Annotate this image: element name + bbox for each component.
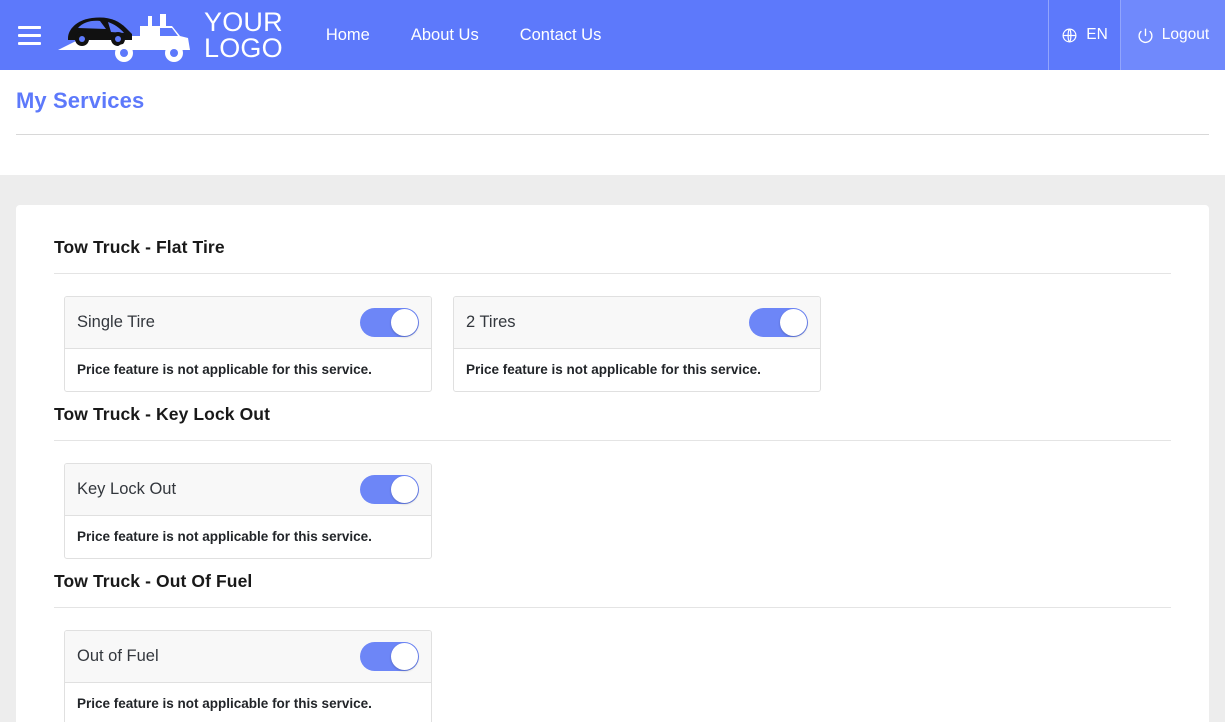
service-name: Out of Fuel: [77, 647, 159, 665]
service-group-title: Tow Truck - Out Of Fuel: [54, 571, 253, 591]
toggle-knob: [780, 309, 807, 336]
page-content: Tow Truck - Flat Tire Single Tire Price fe…: [0, 175, 1225, 722]
brand-logo-text: YOUR LOGO: [204, 7, 283, 63]
top-navbar: YOUR LOGO Home About Us Contact Us EN Lo…: [0, 0, 1225, 70]
page-title-divider: [16, 134, 1209, 135]
brand-logo-line2: LOGO: [204, 33, 283, 63]
page-title-band: My Services: [0, 70, 1225, 175]
service-group: Tow Truck - Out Of Fuel Out of Fuel Price …: [38, 561, 1187, 722]
service-name: 2 Tires: [466, 313, 516, 331]
service-card-row: Single Tire Price feature is not applicab…: [38, 274, 1187, 392]
service-group: Tow Truck - Key Lock Out Key Lock Out Pric…: [38, 394, 1187, 559]
services-panel: Tow Truck - Flat Tire Single Tire Price fe…: [16, 205, 1209, 722]
brand-logo[interactable]: YOUR LOGO: [56, 6, 283, 64]
service-price-note: Price feature is not applicable for this…: [77, 696, 372, 711]
logout-button[interactable]: Logout: [1121, 0, 1225, 70]
toggle-knob: [391, 476, 418, 503]
hamburger-menu-icon[interactable]: [8, 14, 50, 56]
service-enable-toggle[interactable]: [360, 308, 419, 337]
navbar-left-section: YOUR LOGO Home About Us Contact Us: [0, 0, 601, 70]
language-label: EN: [1086, 26, 1108, 43]
service-enable-toggle[interactable]: [360, 642, 419, 671]
toggle-knob: [391, 309, 418, 336]
service-card-row: Key Lock Out Price feature is not applica…: [38, 441, 1187, 559]
service-card: 2 Tires Price feature is not applicable f…: [453, 296, 821, 392]
service-card-header: 2 Tires: [454, 297, 820, 349]
service-group-title: Tow Truck - Key Lock Out: [54, 404, 270, 424]
service-card-row: Out of Fuel Price feature is not applicab…: [38, 608, 1187, 722]
nav-link-home[interactable]: Home: [326, 26, 370, 45]
service-price-note: Price feature is not applicable for this…: [77, 362, 372, 377]
service-card-header: Out of Fuel: [65, 631, 431, 683]
power-icon: [1138, 27, 1153, 43]
service-name: Key Lock Out: [77, 480, 177, 498]
service-card-header: Key Lock Out: [65, 464, 431, 516]
nav-link-about-us[interactable]: About Us: [411, 26, 479, 45]
hamburger-bar: [17, 25, 41, 29]
service-card-header: Single Tire: [65, 297, 431, 349]
page-title: My Services: [16, 88, 145, 113]
service-card: Single Tire Price feature is not applicab…: [64, 296, 432, 392]
navbar-right-section: EN Logout: [1048, 0, 1225, 70]
toggle-knob: [391, 643, 418, 670]
service-price-note: Price feature is not applicable for this…: [77, 529, 372, 544]
globe-icon: [1062, 28, 1077, 42]
nav-link-contact-us[interactable]: Contact Us: [520, 26, 602, 45]
tow-truck-logo-icon: [58, 14, 190, 62]
service-card: Out of Fuel Price feature is not applicab…: [64, 630, 432, 722]
service-groups-container: Tow Truck - Flat Tire Single Tire Price fe…: [38, 227, 1187, 722]
service-group: Tow Truck - Flat Tire Single Tire Price fe…: [38, 227, 1187, 392]
service-price-note: Price feature is not applicable for this…: [466, 362, 761, 377]
service-enable-toggle[interactable]: [360, 475, 419, 504]
hamburger-bar: [17, 33, 41, 37]
service-group-title: Tow Truck - Flat Tire: [54, 237, 225, 257]
logout-label: Logout: [1161, 26, 1210, 43]
primary-nav: Home About Us Contact Us: [326, 26, 602, 45]
service-enable-toggle[interactable]: [749, 308, 808, 337]
language-selector[interactable]: EN: [1048, 0, 1121, 70]
service-card: Key Lock Out Price feature is not applica…: [64, 463, 432, 559]
brand-logo-line1: YOUR: [204, 7, 283, 37]
service-name: Single Tire: [77, 313, 155, 331]
hamburger-bar: [17, 41, 41, 45]
